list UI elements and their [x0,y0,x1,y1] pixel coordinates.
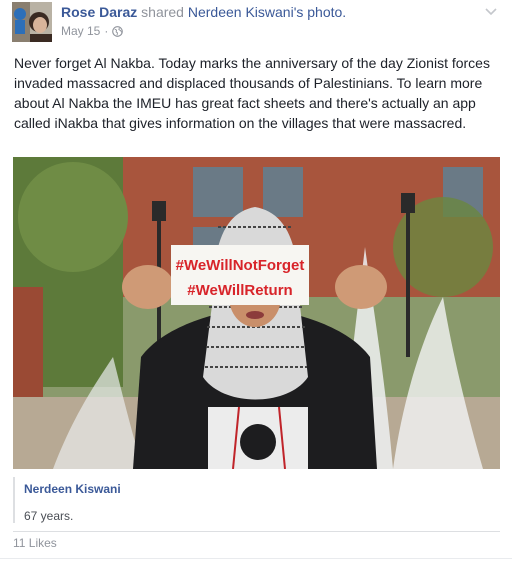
meta-separator: · [104,24,109,38]
attribution-bar [13,477,15,523]
sign-line-2: #WeWillReturn [187,282,292,299]
post-header: Rose Daraz shared Nerdeen Kiswani's phot… [61,4,346,20]
author-name[interactable]: Rose Daraz [61,4,137,20]
post-photo[interactable]: #WeWillNotForget #WeWillReturn [13,157,500,469]
post-meta: May 15 · [61,24,124,38]
shared-verb: shared [141,4,184,20]
sign-line-1: #WeWillNotForget [176,257,305,274]
globe-icon[interactable] [112,25,124,37]
author-avatar[interactable] [12,2,52,42]
original-caption: 67 years. [24,509,74,523]
post-body: Never forget Al Nakba. Today marks the a… [14,55,490,131]
post-date[interactable]: May 15 [61,24,100,38]
original-author-name[interactable]: Nerdeen Kiswani [24,482,121,496]
post-divider [0,558,512,559]
shared-source-link[interactable]: Nerdeen Kiswani's photo. [188,4,346,20]
likes-count[interactable]: 11 Likes [13,536,57,550]
feed-post: Rose Daraz shared Nerdeen Kiswani's phot… [0,0,512,562]
chevron-down-icon[interactable] [484,4,498,18]
original-post-attribution: Nerdeen Kiswani 67 years. [13,469,500,532]
